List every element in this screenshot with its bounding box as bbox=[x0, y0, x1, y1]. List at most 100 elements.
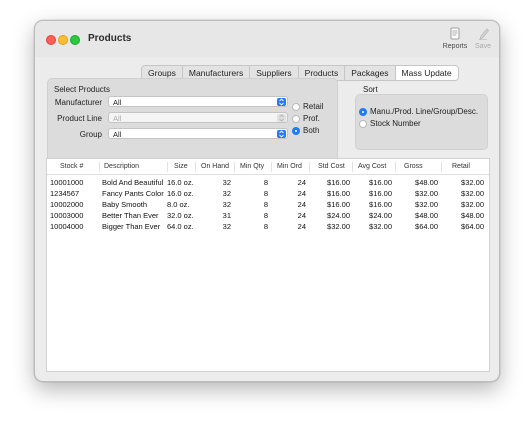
group-label: Group bbox=[79, 130, 102, 139]
products-table[interactable]: Stock # Description Size On Hand Min Qty… bbox=[46, 158, 490, 372]
table-row[interactable]: 10004000 Bigger Than Ever 64.0 oz. 32 8 … bbox=[47, 222, 489, 233]
cell-description: Baby Smooth bbox=[102, 200, 148, 209]
product-line-value: All bbox=[113, 114, 122, 123]
column-divider bbox=[352, 162, 353, 172]
cell-min-qty: 8 bbox=[263, 222, 268, 231]
cell-stock: 10002000 bbox=[50, 200, 84, 209]
zoom-window-button[interactable] bbox=[70, 35, 80, 45]
cell-on-hand: 32 bbox=[222, 178, 231, 187]
close-window-button[interactable] bbox=[46, 35, 56, 45]
cell-std-cost: $16.00 bbox=[327, 178, 350, 187]
radio-sort-stock-number[interactable] bbox=[359, 120, 367, 128]
column-divider bbox=[167, 162, 168, 172]
cell-min-ord: 24 bbox=[297, 222, 306, 231]
product-line-label: Product Line bbox=[57, 114, 102, 123]
cell-retail: $32.00 bbox=[461, 189, 484, 198]
cell-std-cost: $24.00 bbox=[327, 211, 350, 220]
cell-avg-cost: $16.00 bbox=[369, 200, 392, 209]
table-row[interactable]: 10003000 Better Than Ever 32.0 oz. 31 8 … bbox=[47, 211, 489, 222]
cell-min-ord: 24 bbox=[297, 200, 306, 209]
cell-retail: $32.00 bbox=[461, 178, 484, 187]
column-header-min-qty[interactable]: Min Qty bbox=[240, 163, 264, 170]
cell-on-hand: 32 bbox=[222, 222, 231, 231]
radio-both-label: Both bbox=[303, 126, 320, 135]
column-header-size[interactable]: Size bbox=[174, 163, 188, 170]
radio-retail[interactable] bbox=[292, 103, 300, 111]
column-header-stock[interactable]: Stock # bbox=[60, 163, 83, 170]
cell-description: Bold And Beautiful bbox=[102, 178, 164, 187]
reports-button[interactable]: Reports bbox=[440, 27, 470, 50]
group-value: All bbox=[113, 130, 122, 139]
cell-min-qty: 8 bbox=[263, 211, 268, 220]
cell-avg-cost: $16.00 bbox=[369, 178, 392, 187]
cell-size: 16.0 oz. bbox=[167, 189, 194, 198]
tab-packages[interactable]: Packages bbox=[345, 66, 396, 80]
select-products-label: Select Products bbox=[54, 85, 111, 94]
table-row[interactable]: 10002000 Baby Smooth 8.0 oz. 32 8 24 $16… bbox=[47, 200, 489, 211]
radio-both[interactable] bbox=[292, 127, 300, 135]
cell-gross: $32.00 bbox=[415, 200, 438, 209]
tab-mass-update[interactable]: Mass Update bbox=[395, 66, 458, 80]
cell-min-qty: 8 bbox=[263, 200, 268, 209]
radio-sort-manufacturer[interactable] bbox=[359, 108, 367, 116]
table-row[interactable]: 1234567 Fancy Pants Color 16.0 oz. 32 8 … bbox=[47, 189, 489, 200]
cell-min-ord: 24 bbox=[297, 189, 306, 198]
header-separator bbox=[47, 174, 489, 175]
cell-description: Bigger Than Ever bbox=[102, 222, 161, 231]
radio-sort-stock-number-label: Stock Number bbox=[370, 119, 421, 128]
cell-std-cost: $32.00 bbox=[327, 222, 350, 231]
column-header-on-hand[interactable]: On Hand bbox=[201, 163, 229, 170]
minimize-window-button[interactable] bbox=[58, 35, 68, 45]
cell-size: 64.0 oz. bbox=[167, 222, 194, 231]
save-icon bbox=[479, 28, 489, 40]
cell-stock: 10004000 bbox=[50, 222, 84, 231]
save-button[interactable]: Save bbox=[468, 27, 498, 50]
reports-icon bbox=[450, 27, 460, 40]
product-line-select[interactable]: All bbox=[108, 112, 288, 123]
cell-retail: $32.00 bbox=[461, 200, 484, 209]
column-divider bbox=[441, 162, 442, 172]
cell-avg-cost: $32.00 bbox=[369, 222, 392, 231]
column-divider bbox=[395, 162, 396, 172]
cell-gross: $64.00 bbox=[415, 222, 438, 231]
save-label: Save bbox=[475, 43, 491, 50]
cell-stock: 10003000 bbox=[50, 211, 84, 220]
cell-size: 16.0 oz. bbox=[167, 178, 194, 187]
column-header-avg-cost[interactable]: Avg Cost bbox=[358, 163, 386, 170]
cell-std-cost: $16.00 bbox=[327, 189, 350, 198]
radio-sort-manufacturer-label: Manu./Prod. Line/Group/Desc. bbox=[370, 107, 479, 116]
table-row[interactable]: 10001000 Bold And Beautiful 16.0 oz. 32 … bbox=[47, 178, 489, 189]
cell-std-cost: $16.00 bbox=[327, 200, 350, 209]
column-header-retail[interactable]: Retail bbox=[452, 163, 470, 170]
cell-on-hand: 31 bbox=[222, 211, 231, 220]
radio-prof-label: Prof. bbox=[303, 114, 320, 123]
column-divider bbox=[309, 162, 310, 172]
cell-min-qty: 8 bbox=[263, 189, 268, 198]
cell-avg-cost: $24.00 bbox=[369, 211, 392, 220]
group-select[interactable]: All bbox=[108, 128, 288, 139]
chevron-updown-icon bbox=[277, 130, 286, 138]
manufacturer-select[interactable]: All bbox=[108, 96, 288, 107]
cell-avg-cost: $16.00 bbox=[369, 189, 392, 198]
cell-min-ord: 24 bbox=[297, 211, 306, 220]
reports-label: Reports bbox=[442, 43, 468, 50]
cell-size: 8.0 oz. bbox=[167, 200, 190, 209]
column-header-min-ord[interactable]: Min Ord bbox=[277, 163, 302, 170]
cell-gross: $48.00 bbox=[415, 211, 438, 220]
column-divider bbox=[234, 162, 235, 172]
cell-on-hand: 32 bbox=[222, 189, 231, 198]
cell-gross: $32.00 bbox=[415, 189, 438, 198]
column-header-description[interactable]: Description bbox=[104, 163, 139, 170]
cell-stock: 1234567 bbox=[50, 189, 80, 198]
column-header-std-cost[interactable]: Std Cost bbox=[318, 163, 345, 170]
column-header-gross[interactable]: Gross bbox=[404, 163, 423, 170]
manufacturer-label: Manufacturer bbox=[54, 98, 102, 107]
chevron-updown-icon bbox=[277, 98, 286, 106]
cell-min-ord: 24 bbox=[297, 178, 306, 187]
cell-description: Fancy Pants Color bbox=[102, 189, 164, 198]
cell-min-qty: 8 bbox=[263, 178, 268, 187]
manufacturer-value: All bbox=[113, 98, 122, 107]
radio-prof[interactable] bbox=[292, 115, 300, 123]
sort-label: Sort bbox=[363, 85, 378, 94]
cell-stock: 10001000 bbox=[50, 178, 84, 187]
